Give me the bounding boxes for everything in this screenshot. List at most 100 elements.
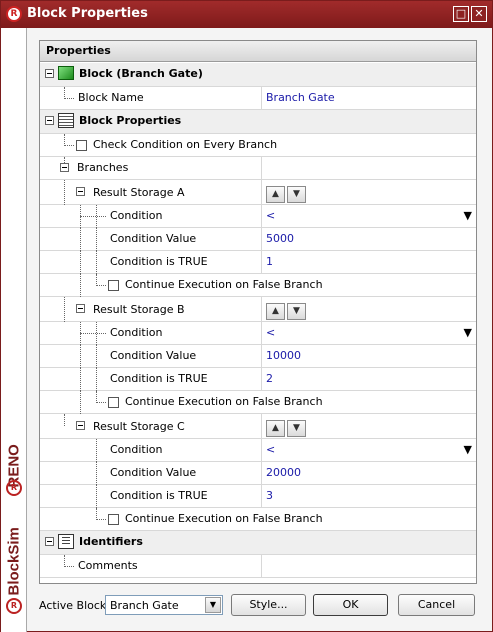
property-label: Continue Execution on False Branch — [125, 278, 323, 291]
reliasoft-logo-icon: R — [6, 6, 22, 22]
collapse-toggle-icon[interactable] — [60, 163, 69, 172]
window-title: Block Properties — [27, 6, 148, 21]
cancel-button[interactable]: Cancel — [398, 594, 475, 616]
reliasoft-logo-icon: R — [6, 598, 22, 614]
condition-true-field[interactable]: 2 — [261, 368, 476, 390]
storage-order-cell: ▲ ▼ — [261, 414, 476, 438]
property-row-condition-true[interactable]: Condition is TRUE 1 — [40, 251, 476, 274]
condition-operator: < — [266, 326, 276, 339]
active-block-select[interactable]: Branch Gate ▼ — [105, 595, 223, 615]
property-row-condition-true[interactable]: Condition is TRUE 3 — [40, 485, 476, 508]
continue-execution-checkbox[interactable] — [108, 280, 119, 291]
property-row-condition-value[interactable]: Condition Value 20000 — [40, 462, 476, 485]
condition-operator: < — [266, 209, 276, 222]
property-label: Condition — [110, 326, 163, 339]
reliasoft-logo-icon: R — [6, 480, 22, 496]
property-row-condition[interactable]: Condition < ▼ — [40, 205, 476, 228]
category-label: Block Properties — [79, 114, 182, 127]
condition-select[interactable]: < ▼ — [261, 205, 476, 227]
grid-header: Properties — [40, 41, 476, 62]
style-button[interactable]: Style... — [231, 594, 306, 616]
condition-select[interactable]: < ▼ — [261, 439, 476, 461]
collapse-toggle-icon[interactable] — [76, 304, 85, 313]
property-label: Block Name — [78, 91, 144, 104]
brand-sidebar: RENO R BlockSim R — [1, 28, 27, 632]
collapse-toggle-icon[interactable] — [45, 116, 54, 125]
chevron-down-icon[interactable]: ▼ — [464, 205, 472, 227]
block-properties-window: R Block Properties □ ✕ RENO R BlockSim R… — [0, 0, 493, 632]
close-button[interactable]: ✕ — [471, 6, 487, 22]
storage-label: Result Storage A — [93, 186, 185, 199]
block-cube-icon — [58, 66, 74, 80]
property-grid: Properties Block (Branch Gate) Block Nam… — [39, 40, 477, 584]
brand-blocksim: BlockSim — [5, 527, 23, 596]
move-up-button[interactable]: ▲ — [266, 186, 285, 203]
property-row-branches[interactable]: Branches — [40, 157, 476, 180]
property-label: Check Condition on Every Branch — [93, 138, 278, 151]
move-down-button[interactable]: ▼ — [287, 303, 306, 320]
move-up-button[interactable]: ▲ — [266, 420, 285, 437]
property-row-condition-value[interactable]: Condition Value 10000 — [40, 345, 476, 368]
property-row-condition-true[interactable]: Condition is TRUE 2 — [40, 368, 476, 391]
condition-value-field[interactable]: 5000 — [261, 228, 476, 250]
title-bar: R Block Properties □ ✕ — [1, 1, 492, 28]
property-label: Continue Execution on False Branch — [125, 512, 323, 525]
active-block-value: Branch Gate — [110, 599, 179, 612]
category-label: Block (Branch Gate) — [79, 67, 203, 80]
property-row-condition[interactable]: Condition < ▼ — [40, 439, 476, 462]
storage-row[interactable]: Result Storage C ▲ ▼ — [40, 414, 476, 439]
category-block-properties[interactable]: Block Properties — [40, 110, 476, 134]
continue-execution-checkbox[interactable] — [108, 397, 119, 408]
property-label: Condition is TRUE — [110, 372, 208, 385]
condition-true-field[interactable]: 1 — [261, 251, 476, 273]
collapse-toggle-icon[interactable] — [76, 187, 85, 196]
property-label: Branches — [77, 161, 129, 174]
move-down-button[interactable]: ▼ — [287, 420, 306, 437]
properties-list-icon — [58, 113, 74, 128]
property-row-continue-execution[interactable]: Continue Execution on False Branch — [40, 274, 476, 297]
condition-true-field[interactable]: 3 — [261, 485, 476, 507]
chevron-down-icon[interactable]: ▼ — [205, 597, 221, 613]
property-row-check-condition[interactable]: Check Condition on Every Branch — [40, 134, 476, 157]
category-label: Identifiers — [79, 535, 143, 548]
storage-label: Result Storage B — [93, 303, 185, 316]
condition-operator: < — [266, 443, 276, 456]
collapse-toggle-icon[interactable] — [45, 69, 54, 78]
property-label: Condition Value — [110, 466, 197, 479]
block-name-value[interactable]: Branch Gate — [261, 87, 476, 109]
storage-order-cell: ▲ ▼ — [261, 297, 476, 321]
move-down-button[interactable]: ▼ — [287, 186, 306, 203]
condition-value-field[interactable]: 20000 — [261, 462, 476, 484]
storage-row[interactable]: Result Storage A ▲ ▼ — [40, 180, 476, 205]
property-row-continue-execution[interactable]: Continue Execution on False Branch — [40, 508, 476, 531]
property-label: Condition Value — [110, 349, 197, 362]
property-row-block-name[interactable]: Block Name Branch Gate — [40, 87, 476, 110]
continue-execution-checkbox[interactable] — [108, 514, 119, 525]
property-row-comments[interactable]: Comments — [40, 555, 476, 578]
collapse-toggle-icon[interactable] — [45, 537, 54, 546]
storage-label: Result Storage C — [93, 420, 185, 433]
condition-value-field[interactable]: 10000 — [261, 345, 476, 367]
comments-field[interactable] — [261, 555, 476, 577]
check-condition-checkbox[interactable] — [76, 140, 87, 151]
property-label: Condition — [110, 209, 163, 222]
move-up-button[interactable]: ▲ — [266, 303, 285, 320]
ok-button[interactable]: OK — [313, 594, 388, 616]
condition-select[interactable]: < ▼ — [261, 322, 476, 344]
property-row-condition-value[interactable]: Condition Value 5000 — [40, 228, 476, 251]
storage-row[interactable]: Result Storage B ▲ ▼ — [40, 297, 476, 322]
property-label: Condition Value — [110, 232, 197, 245]
chevron-down-icon[interactable]: ▼ — [464, 439, 472, 461]
active-block-label: Active Block — [39, 599, 107, 612]
collapse-toggle-icon[interactable] — [76, 421, 85, 430]
category-identifiers[interactable]: Identifiers — [40, 531, 476, 555]
property-row-condition[interactable]: Condition < ▼ — [40, 322, 476, 345]
chevron-down-icon[interactable]: ▼ — [464, 322, 472, 344]
branches-value — [261, 157, 476, 179]
property-label: Condition — [110, 443, 163, 456]
property-label: Comments — [78, 559, 138, 572]
property-label: Continue Execution on False Branch — [125, 395, 323, 408]
category-block[interactable]: Block (Branch Gate) — [40, 63, 476, 87]
maximize-button[interactable]: □ — [453, 6, 469, 22]
property-row-continue-execution[interactable]: Continue Execution on False Branch — [40, 391, 476, 414]
